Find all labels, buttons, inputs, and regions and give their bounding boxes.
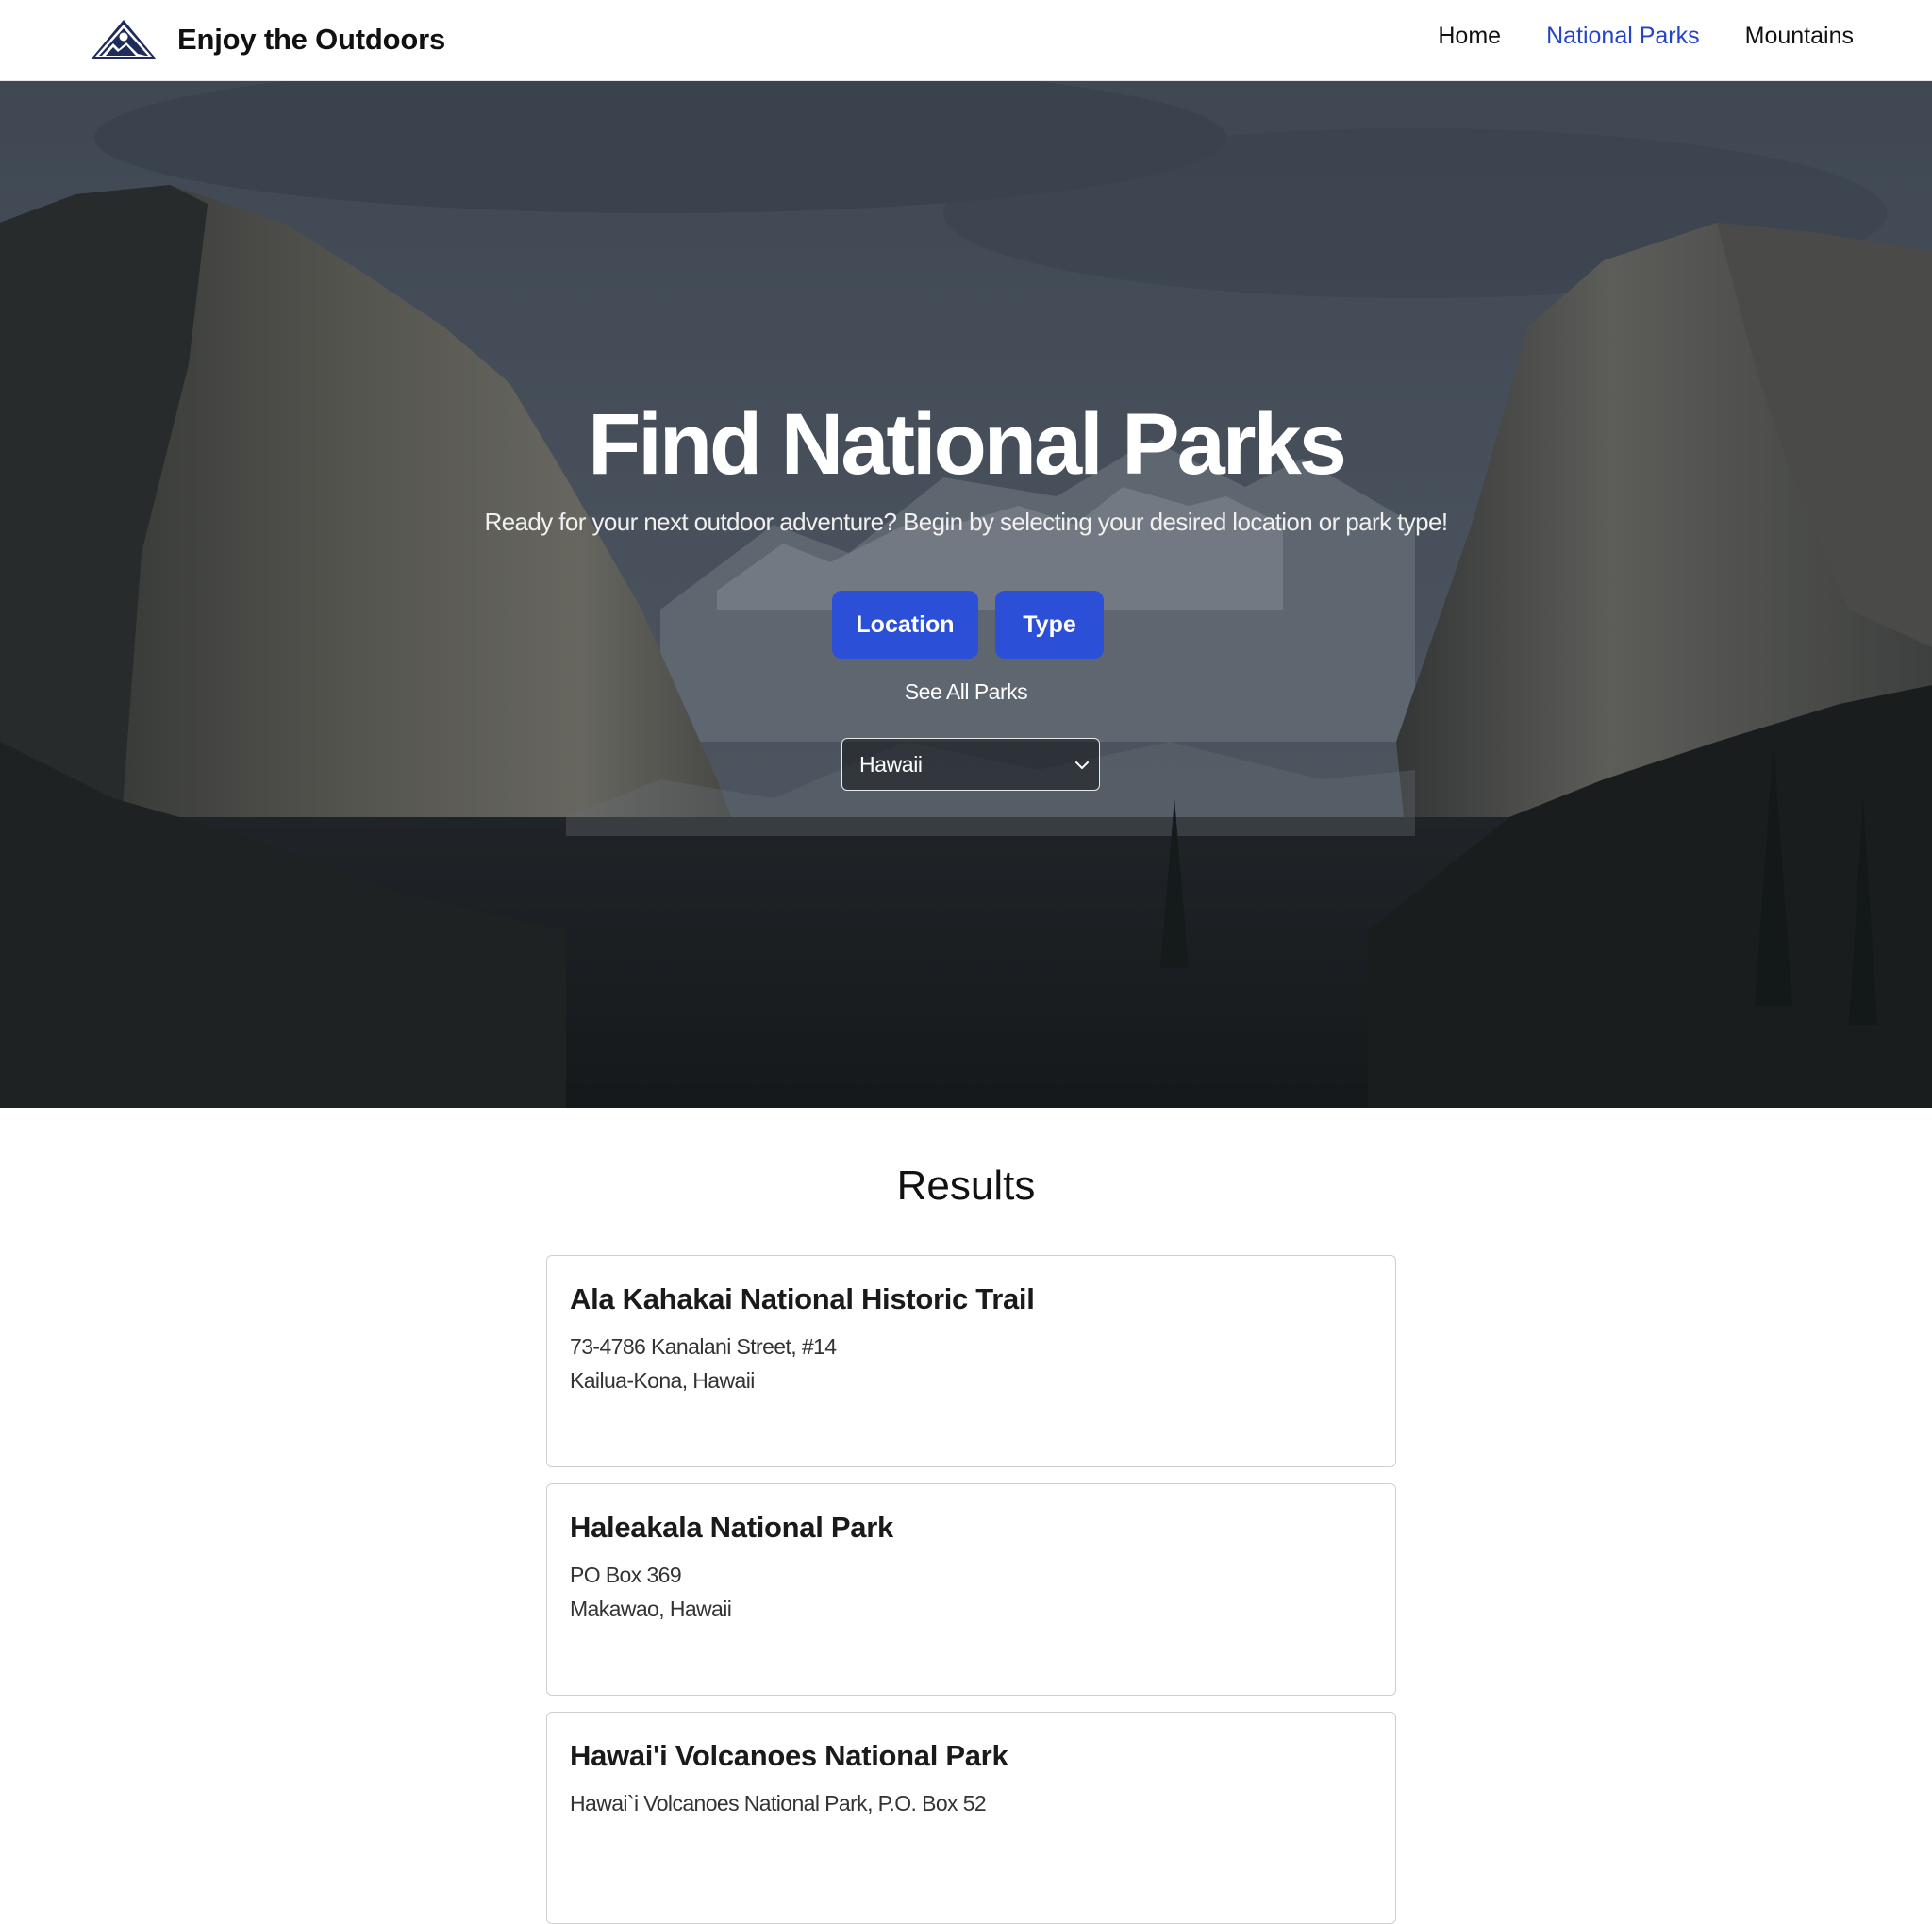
park-name: Haleakala National Park: [570, 1511, 893, 1544]
hero-section: Find National Parks Ready for your next …: [0, 81, 1932, 1108]
location-select[interactable]: Hawaii: [841, 738, 1100, 791]
park-name: Ala Kahakai National Historic Trail: [570, 1282, 1035, 1315]
park-address: PO Box 369: [570, 1563, 682, 1587]
park-card: Hawai'i Volcanoes National Park Hawai`i …: [546, 1712, 1396, 1924]
type-button[interactable]: Type: [995, 591, 1104, 659]
see-all-parks-link[interactable]: See All Parks: [0, 679, 1932, 705]
brand-name: Enjoy the Outdoors: [177, 23, 446, 56]
park-address: Hawai`i Volcanoes National Park, P.O. Bo…: [570, 1791, 987, 1815]
park-card: Haleakala National Park PO Box 369 Makaw…: [546, 1483, 1396, 1696]
park-city: Kailua-Kona, Hawaii: [570, 1368, 755, 1393]
nav-home[interactable]: Home: [1438, 19, 1501, 53]
location-button[interactable]: Location: [832, 591, 978, 659]
nav-national-parks[interactable]: National Parks: [1546, 19, 1700, 53]
search-mode-buttons: Location Type: [0, 591, 1932, 659]
park-city: Makawao, Hawaii: [570, 1597, 732, 1621]
results-title: Results: [896, 1163, 1036, 1209]
main-nav: Home National Parks Mountains: [1438, 19, 1854, 53]
chevron-down-icon: [1075, 761, 1089, 769]
mountain-logo-icon: [91, 20, 157, 59]
brand-link[interactable]: Enjoy the Outdoors: [89, 13, 445, 66]
park-card: Ala Kahakai National Historic Trail 73-4…: [546, 1255, 1396, 1467]
park-address: 73-4786 Kanalani Street, #14: [570, 1334, 837, 1359]
hero-title: Find National Parks: [588, 396, 1347, 493]
nav-mountains[interactable]: Mountains: [1745, 19, 1854, 53]
hero-subtitle: Ready for your next outdoor adventure? B…: [484, 508, 1449, 536]
location-select-value: Hawaii: [859, 751, 923, 777]
navbar: Enjoy the Outdoors Home National Parks M…: [0, 0, 1932, 81]
park-name: Hawai'i Volcanoes National Park: [570, 1739, 1008, 1772]
